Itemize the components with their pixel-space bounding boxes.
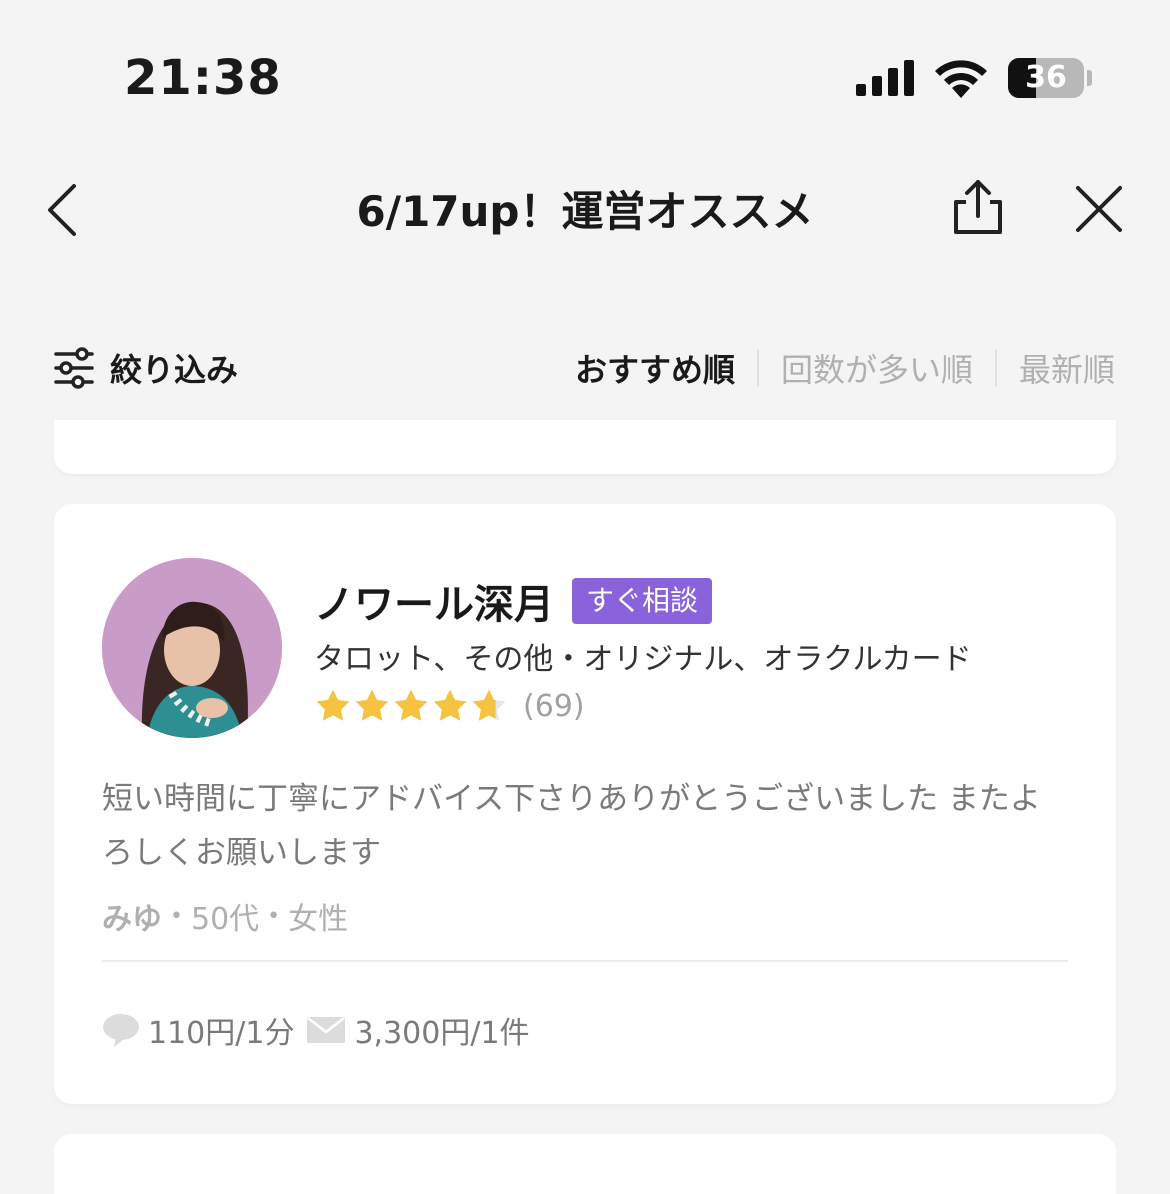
advisor-name[interactable]: ノワール深月	[314, 572, 554, 630]
rating-count: (69)	[523, 688, 585, 724]
status-badge: すぐ相談	[572, 578, 713, 624]
star-icon	[433, 689, 467, 721]
battery-tip	[1087, 70, 1092, 86]
mail-price: 3,300円/1件	[354, 1016, 530, 1051]
sort-newest[interactable]: 最新順	[1019, 345, 1115, 391]
star-icon	[355, 689, 389, 721]
advisor-card[interactable]: ノワール深月 すぐ相談 タロット、その他・オリジナル、オラクルカード (69) …	[54, 504, 1116, 1104]
status-bar: 21:38 36	[0, 0, 1170, 150]
advisor-genres: タロット、その他・オリジナル、オラクルカード	[314, 642, 972, 677]
sort-divider	[756, 350, 759, 386]
star-half-icon	[472, 689, 506, 721]
wifi-icon	[935, 60, 987, 98]
separator-dot: •	[267, 903, 281, 929]
rating: (69)	[314, 688, 585, 724]
sort-divider	[994, 350, 997, 386]
mail-icon	[307, 1017, 346, 1043]
battery-icon: 36	[1008, 58, 1084, 98]
star-icon	[316, 689, 350, 721]
share-icon[interactable]	[948, 178, 1008, 238]
filter-icon	[54, 347, 94, 389]
chat-price: 110円/1分	[148, 1016, 295, 1051]
back-icon[interactable]	[40, 180, 84, 240]
battery-level: 36	[1025, 60, 1067, 95]
star-rating	[314, 688, 509, 724]
signal-icon	[856, 60, 916, 96]
filter-button[interactable]: 絞り込み	[52, 340, 238, 396]
previous-card[interactable]	[54, 420, 1116, 474]
separator-dot: •	[170, 903, 183, 929]
price-row: 110円/1分 3,300円/1件	[102, 1008, 530, 1052]
review-text: 短い時間に丁寧にアドバイス下さりありがとうございました またよろしくお願いします	[102, 781, 1041, 871]
close-icon[interactable]	[1070, 180, 1128, 238]
sort-recommended[interactable]: おすすめ順	[575, 345, 735, 391]
sort-most-count[interactable]: 回数が多い順	[781, 345, 973, 391]
sort-tabs: おすすめ順 回数が多い順 最新順	[575, 340, 1115, 396]
reviewer-info: みゆ • 50代 • 女性	[102, 894, 348, 938]
chat-bubble-icon	[103, 1014, 139, 1047]
status-time: 21:38	[124, 50, 282, 106]
filter-label: 絞り込み	[110, 351, 239, 389]
reviewer-name: みゆ	[102, 902, 162, 937]
divider	[102, 960, 1068, 962]
star-icon	[394, 689, 428, 721]
page-title: 6/17up！運営オススメ	[356, 187, 814, 236]
name-row: ノワール深月 すぐ相談	[314, 572, 713, 630]
reviewer-age: 50代	[190, 902, 260, 937]
next-card[interactable]	[54, 1134, 1116, 1194]
reviewer-gender: 女性	[288, 902, 349, 937]
avatar	[102, 558, 282, 738]
